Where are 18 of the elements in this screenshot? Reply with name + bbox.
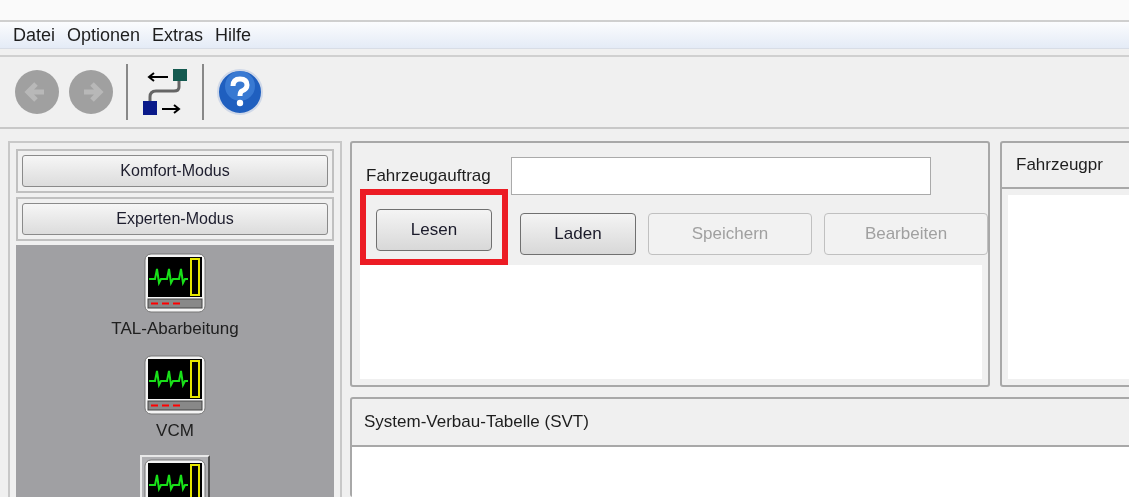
field-label: Fahrzeugauftrag	[366, 166, 491, 186]
action-button[interactable]: Lesen	[376, 209, 492, 251]
menu-item[interactable]: Datei	[12, 24, 57, 46]
help-icon[interactable]	[216, 68, 264, 116]
panel-title: Fahrzeugpr	[1016, 155, 1103, 175]
monitor-icon[interactable]	[142, 353, 208, 417]
module-label: VCM	[156, 421, 194, 441]
monitor-icon[interactable]	[142, 251, 208, 315]
module-label: TAL-Abarbeitung	[111, 319, 239, 339]
mode-button[interactable]: Komfort-Modus	[22, 155, 328, 187]
mode-button[interactable]: Experten-Modus	[22, 203, 328, 235]
menu-item[interactable]: Optionen	[66, 24, 142, 46]
action-button[interactable]: Laden	[520, 213, 636, 255]
panel-title: System-Verbau-Tabelle (SVT)	[364, 412, 589, 432]
menu-item[interactable]: Extras	[151, 24, 205, 46]
menu-item[interactable]: Hilfe	[214, 24, 253, 46]
order-input-field[interactable]	[510, 157, 931, 195]
connection-icon[interactable]	[140, 67, 190, 117]
